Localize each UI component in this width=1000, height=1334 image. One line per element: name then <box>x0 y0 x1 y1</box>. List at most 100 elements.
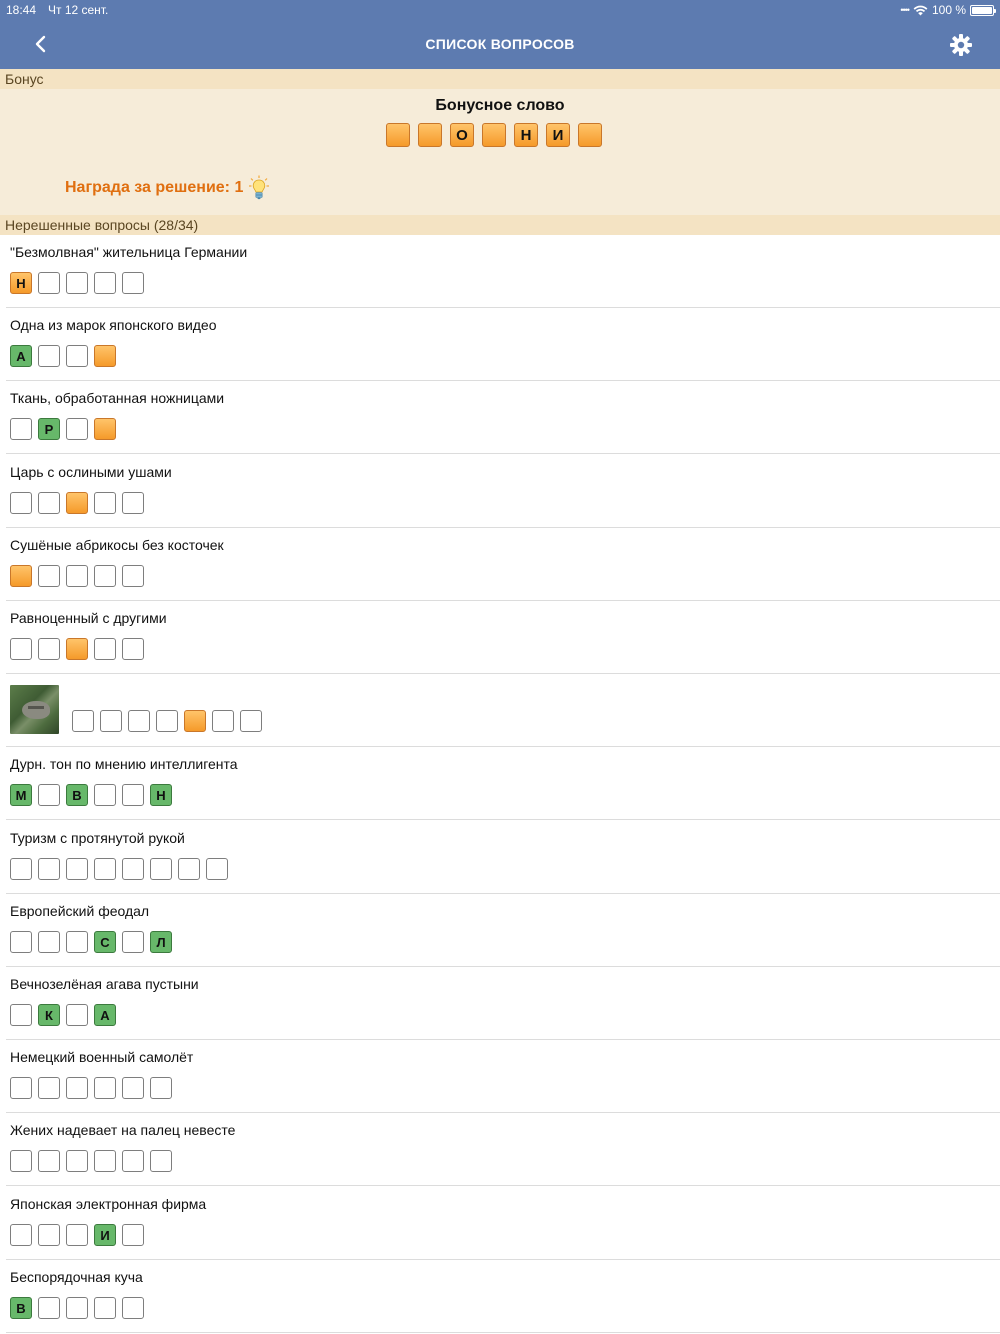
answer-letter-cell <box>10 1077 32 1099</box>
question-row[interactable]: Равноценный с другими <box>0 601 1000 674</box>
answer-letter-cell: С <box>94 931 116 953</box>
answer-letter-cell: К <box>38 1004 60 1026</box>
answer-cells: И <box>10 1224 144 1246</box>
answer-cells <box>10 638 144 660</box>
question-row[interactable]: Беспорядочная куча В <box>0 1260 1000 1333</box>
row-divider <box>6 819 1000 820</box>
question-row[interactable]: Жених надевает на палец невесте <box>0 1113 1000 1186</box>
answer-letter-cell <box>38 272 60 294</box>
answer-cells <box>72 710 262 732</box>
question-row[interactable]: Немецкий военный самолёт <box>0 1040 1000 1113</box>
answer-letter-cell <box>94 858 116 880</box>
answer-letter-cell <box>122 638 144 660</box>
answer-letter-cell <box>94 1297 116 1319</box>
answer-letter-cell <box>10 1150 32 1172</box>
question-row[interactable]: Японская электронная фирма И <box>0 1187 1000 1260</box>
answer-letter-cell <box>94 784 116 806</box>
reward-line: Награда за решение: 1 <box>65 175 270 201</box>
answer-cells: Р <box>10 418 116 440</box>
bonus-letter-cell: И <box>546 123 570 147</box>
answer-letter-cell: Л <box>150 931 172 953</box>
answer-letter-cell <box>38 1224 60 1246</box>
row-divider <box>6 1332 1000 1333</box>
answer-letter-cell <box>10 1004 32 1026</box>
question-row[interactable]: "Безмолвная" жительница Германии Н <box>0 235 1000 308</box>
answer-letter-cell <box>38 931 60 953</box>
answer-letter-cell: М <box>10 784 32 806</box>
gear-icon[interactable] <box>948 32 974 58</box>
answer-letter-cell <box>122 492 144 514</box>
answer-letter-cell <box>10 418 32 440</box>
question-text: Ткань, обработанная ножницами <box>10 390 225 406</box>
question-row[interactable]: Туризм с протянутой рукой <box>0 821 1000 894</box>
answer-cells <box>10 858 228 880</box>
answer-cells <box>10 1150 172 1172</box>
question-text: Европейский феодал <box>10 903 150 919</box>
section-header-unsolved: Нерешенные вопросы (28/34) <box>0 215 1000 235</box>
answer-letter-cell <box>122 784 144 806</box>
question-text: Вечнозелёная агава пустыни <box>10 976 199 992</box>
lightbulb-icon <box>249 175 270 200</box>
answer-letter-cell <box>10 565 32 587</box>
answer-letter-cell: В <box>10 1297 32 1319</box>
answer-letter-cell <box>66 858 88 880</box>
row-divider <box>6 453 1000 454</box>
status-time: 18:44 <box>6 3 37 17</box>
answer-letter-cell <box>66 931 88 953</box>
answer-cells: А <box>10 345 116 367</box>
question-row[interactable]: Дурн. тон по мнению интеллигента М В Н <box>0 747 1000 820</box>
status-right: •••• 100 % <box>900 3 996 17</box>
answer-letter-cell <box>94 492 116 514</box>
answer-letter-cell <box>184 710 206 732</box>
answer-letter-cell <box>122 565 144 587</box>
question-row[interactable]: Европейский феодал С Л <box>0 894 1000 967</box>
status-bar: 18:44 Чт 12 сент. •••• 100 % <box>0 0 1000 20</box>
answer-letter-cell <box>66 565 88 587</box>
bonus-letter-cell <box>418 123 442 147</box>
nav-bar: СПИСОК ВОПРОСОВ <box>0 20 1000 69</box>
bonus-word-title: Бонусное слово <box>435 97 565 114</box>
answer-letter-cell <box>66 272 88 294</box>
question-row[interactable] <box>0 674 1000 747</box>
answer-letter-cell <box>94 565 116 587</box>
question-text: Беспорядочная куча <box>10 1269 143 1285</box>
answer-letter-cell <box>38 784 60 806</box>
answer-letter-cell <box>150 1150 172 1172</box>
answer-cells: КА <box>10 1004 116 1026</box>
battery-icon <box>970 4 996 16</box>
answer-letter-cell <box>10 931 32 953</box>
question-text: Одна из марок японского видео <box>10 317 217 333</box>
answer-letter-cell <box>10 492 32 514</box>
answer-letter-cell <box>178 858 200 880</box>
answer-cells: МВН <box>10 784 172 806</box>
answer-letter-cell <box>94 638 116 660</box>
answer-letter-cell <box>38 1297 60 1319</box>
answer-cells: Н <box>10 272 144 294</box>
question-row[interactable]: Сушёные абрикосы без косточек <box>0 528 1000 601</box>
question-row[interactable]: Царь с ослиными ушами <box>0 455 1000 528</box>
bonus-letter-cell <box>482 123 506 147</box>
answer-letter-cell <box>122 272 144 294</box>
battery-percent: 100 % <box>931 3 966 17</box>
bonus-panel[interactable]: Бонусное слово О Н И Награда за решение:… <box>0 89 1000 215</box>
bonus-letter-cell: Н <box>514 123 538 147</box>
answer-letter-cell <box>94 418 116 440</box>
question-text: Сушёные абрикосы без косточек <box>10 537 224 553</box>
answer-letter-cell <box>122 1077 144 1099</box>
answer-letter-cell <box>10 858 32 880</box>
question-row[interactable]: Вечнозелёная агава пустыни К А <box>0 967 1000 1040</box>
answer-letter-cell <box>10 1224 32 1246</box>
question-row[interactable]: Ткань, обработанная ножницами Р <box>0 381 1000 454</box>
page-title: СПИСОК ВОПРОСОВ <box>425 36 575 52</box>
answer-letter-cell <box>128 710 150 732</box>
bonus-letter-cell <box>386 123 410 147</box>
question-text: Дурн. тон по мнению интеллигента <box>10 756 238 772</box>
answer-letter-cell <box>38 565 60 587</box>
answer-letter-cell <box>66 1297 88 1319</box>
answer-cells <box>10 565 144 587</box>
answer-letter-cell: В <box>66 784 88 806</box>
answer-letter-cell <box>150 858 172 880</box>
question-row[interactable]: Одна из марок японского видео А <box>0 308 1000 381</box>
answer-cells <box>10 1077 172 1099</box>
answer-letter-cell: А <box>10 345 32 367</box>
